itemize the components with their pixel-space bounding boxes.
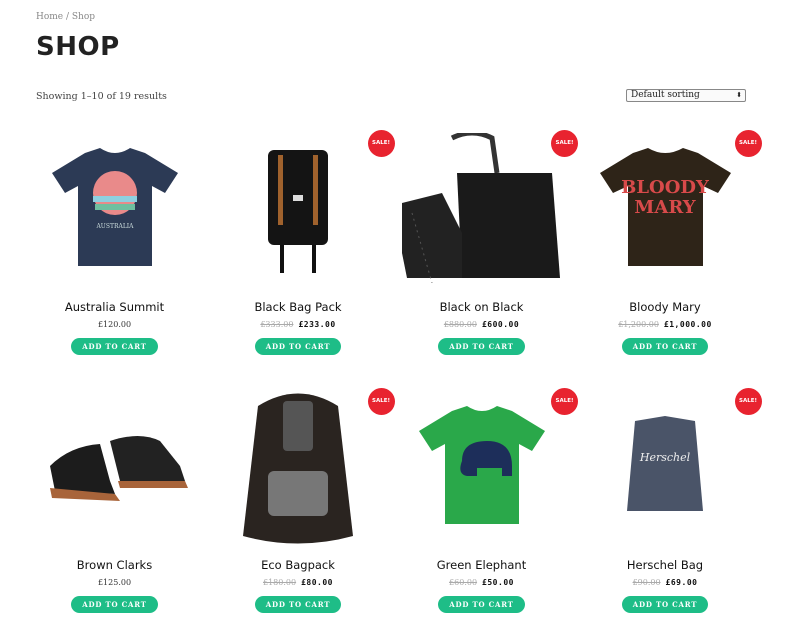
product-title[interactable]: Bloody Mary	[583, 300, 748, 316]
sale-badge: SALE!	[734, 130, 762, 157]
product-title[interactable]: Black on Black	[399, 300, 564, 316]
product-card: Herschel SALE! Herschel Bag £90.00 £69.00 …	[583, 383, 762, 613]
product-image[interactable]: SALE!	[399, 383, 578, 548]
old-price: £180.00	[263, 578, 297, 587]
add-to-cart-button[interactable]: ADD TO CART	[438, 596, 525, 613]
product-title[interactable]: Black Bag Pack	[216, 300, 381, 316]
product-price: £1,200.00 £1,000.00	[583, 320, 748, 332]
current-price: £600.00	[481, 320, 520, 329]
add-to-cart-button[interactable]: ADD TO CART	[621, 596, 709, 613]
add-to-cart-button[interactable]: ADD TO CART	[71, 596, 158, 613]
svg-text:Herschel: Herschel	[639, 451, 691, 464]
svg-text:AUSTRALIA: AUSTRALIA	[95, 223, 134, 230]
product-title[interactable]: Green Elephant	[399, 558, 564, 574]
product-image[interactable]: SALE!	[399, 125, 578, 290]
product-price: £90.00 £69.00	[583, 578, 748, 590]
old-price: £1,200.00	[618, 320, 659, 329]
add-to-cart-button[interactable]: ADD TO CART	[438, 338, 525, 355]
product-title[interactable]: Brown Clarks	[32, 558, 197, 574]
product-card: SALE! Green Elephant £60.00 £50.00 ADD TO…	[399, 383, 578, 613]
product-image[interactable]: BLOODY MARY SALE!	[583, 125, 762, 290]
current-price: £1,000.00	[663, 320, 712, 329]
current-price: £125.00	[97, 578, 132, 587]
product-title[interactable]: Australia Summit	[32, 300, 197, 316]
product-price: £880.00 £600.00	[399, 320, 564, 332]
product-title[interactable]: Eco Bagpack	[216, 558, 381, 574]
old-price: £90.00	[632, 578, 661, 587]
product-card: Brown Clarks £125.00 ADD TO CART	[32, 383, 197, 613]
product-card: SALE! Black Bag Pack £333.00 £233.00 ADD …	[216, 125, 395, 355]
sorting-selected: Default sorting	[631, 90, 700, 100]
sale-badge: SALE!	[367, 130, 395, 157]
product-price: £120.00	[32, 320, 197, 332]
product-image[interactable]	[32, 383, 197, 548]
svg-text:MARY: MARY	[634, 197, 696, 218]
add-to-cart-button[interactable]: ADD TO CART	[621, 338, 709, 355]
sale-badge: SALE!	[551, 388, 578, 415]
product-image[interactable]: SALE!	[216, 125, 395, 290]
current-price: £50.00	[482, 578, 514, 587]
sorting-select[interactable]: Default sorting ⬍	[626, 89, 746, 102]
product-card: AUSTRALIA Australia Summit £120.00 ADD T…	[32, 125, 197, 355]
old-price: £333.00	[260, 320, 294, 329]
product-card: BLOODY MARY SALE! Bloody Mary £1,200.00 £1,…	[583, 125, 762, 355]
sale-badge: SALE!	[551, 130, 578, 157]
product-image[interactable]: AUSTRALIA	[32, 125, 197, 290]
result-count: Showing 1–10 of 19 results	[36, 91, 167, 102]
old-price: £60.00	[449, 578, 478, 587]
updown-arrows-icon: ⬍	[736, 91, 742, 99]
breadcrumb[interactable]: Home / Shop	[36, 12, 95, 22]
product-price: £60.00 £50.00	[399, 578, 564, 590]
current-price: £233.00	[298, 320, 336, 329]
current-price: £120.00	[97, 320, 132, 329]
sale-badge: SALE!	[734, 388, 762, 415]
svg-text:BLOODY: BLOODY	[621, 177, 710, 198]
sale-badge: SALE!	[367, 388, 395, 415]
add-to-cart-button[interactable]: ADD TO CART	[71, 338, 158, 355]
page-title: SHOP	[36, 32, 120, 62]
product-card: SALE! Black on Black £880.00 £600.00 ADD …	[399, 125, 578, 355]
current-price: £80.00	[301, 578, 333, 587]
product-price: £180.00 £80.00	[216, 578, 381, 590]
product-price: £125.00	[32, 578, 197, 590]
product-title[interactable]: Herschel Bag	[583, 558, 748, 574]
product-image[interactable]: SALE!	[216, 383, 395, 548]
current-price: £69.00	[665, 578, 698, 587]
add-to-cart-button[interactable]: ADD TO CART	[254, 596, 342, 613]
add-to-cart-button[interactable]: ADD TO CART	[254, 338, 342, 355]
product-image[interactable]: Herschel SALE!	[583, 383, 762, 548]
product-card: SALE! Eco Bagpack £180.00 £80.00 ADD TO C…	[216, 383, 395, 613]
product-price: £333.00 £233.00	[216, 320, 381, 332]
old-price: £880.00	[443, 320, 477, 329]
